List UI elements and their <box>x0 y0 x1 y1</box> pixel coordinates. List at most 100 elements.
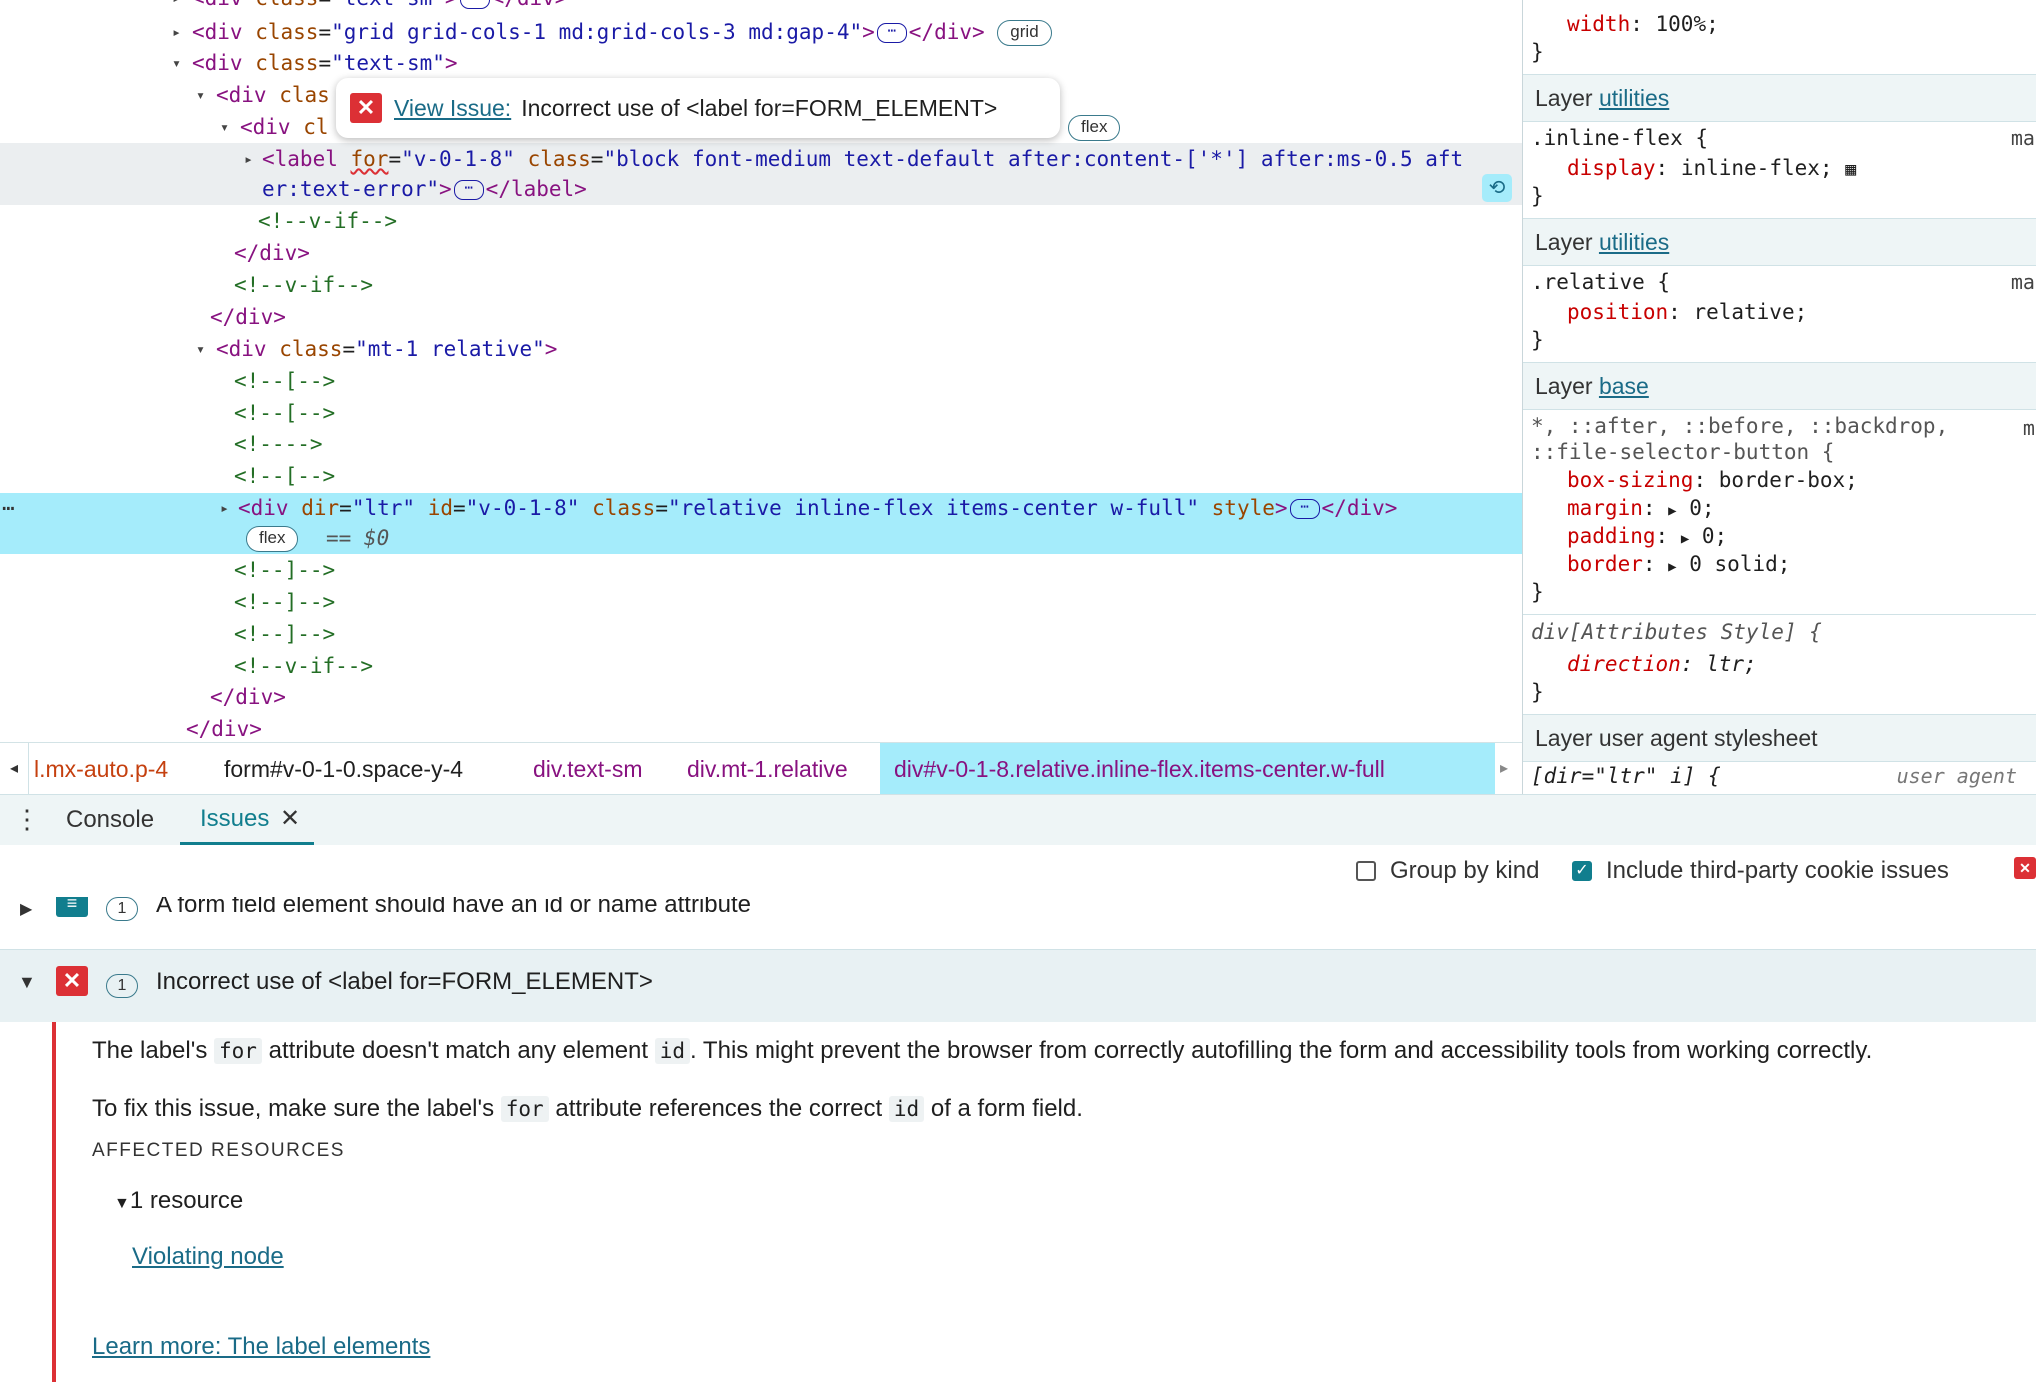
expand-triangle-icon[interactable]: ▶ <box>1681 531 1689 547</box>
expand-triangle-icon[interactable]: ▶ <box>1668 503 1676 519</box>
dom-close-tag[interactable]: </div> <box>0 237 1522 269</box>
attr-name: id <box>427 496 453 520</box>
third-party-checkbox[interactable]: ✓ <box>1572 861 1592 881</box>
collapse-triangle-icon[interactable]: ▾ <box>172 47 186 79</box>
issue-row[interactable]: ▶ ≡ 1 A form field element should have a… <box>0 897 2036 950</box>
expand-triangle-icon[interactable]: ▸ <box>172 0 186 14</box>
style-declaration[interactable]: margin: ▶ 0; <box>1567 494 1715 522</box>
ellipsis-icon[interactable]: ⋯ <box>1289 499 1320 519</box>
ai-assist-icon[interactable]: ⟲ <box>1482 174 1512 202</box>
dom-close-tag[interactable]: </div> <box>0 301 1522 333</box>
dom-comment[interactable]: <!----> <box>0 428 1522 460</box>
comment-text: <!--]--> <box>234 622 336 646</box>
flexbox-editor-icon[interactable]: ▦ <box>1845 159 1856 180</box>
layer-header: Layer user agent stylesheet <box>1523 714 2036 762</box>
collapse-triangle-icon[interactable]: ▾ <box>196 79 210 111</box>
dom-node-selected[interactable]: ⋯ ▸ <div dir="ltr" id="v-0-1-8" class="r… <box>0 492 1522 524</box>
dom-close-tag[interactable]: </div> <box>0 713 1522 742</box>
layer-link[interactable]: utilities <box>1599 85 1669 111</box>
style-declaration[interactable]: padding: ▶ 0; <box>1567 522 1727 550</box>
collapse-triangle-icon[interactable]: ▼ <box>18 972 36 993</box>
dom-node-partial[interactable]: ▸ <div class="text-sm">⋯</div> <box>0 0 1522 14</box>
style-declaration[interactable]: border: ▶ 0 solid; <box>1567 550 1790 578</box>
attr-value: "mt-1 relative" <box>355 337 545 361</box>
collapse-triangle-icon[interactable]: ▾ <box>196 333 210 365</box>
layer-link[interactable]: base <box>1599 373 1649 399</box>
css-selector[interactable]: *, ::after, ::before, ::backdrop, <box>1531 412 1948 440</box>
dom-comment[interactable]: <!--[--> <box>0 460 1522 492</box>
style-declaration[interactable]: direction: ltr; <box>1567 650 1757 678</box>
collapse-triangle-icon[interactable]: ▼ <box>114 1195 130 1212</box>
violating-node-link[interactable]: Violating node <box>132 1243 284 1271</box>
breadcrumb-item[interactable]: div.text-sm <box>533 743 642 795</box>
expand-triangle-icon[interactable]: ▸ <box>172 16 186 48</box>
dom-node-label[interactable]: ▸ <label for="v-0-1-8" class="block font… <box>0 143 1522 175</box>
expand-triangle-icon[interactable]: ▶ <box>20 899 32 919</box>
group-by-kind-label: Group by kind <box>1390 857 1540 884</box>
dom-node-grid[interactable]: ▸ <div class="grid grid-cols-1 md:grid-c… <box>0 16 1522 48</box>
dom-node-label-wrap[interactable]: er:text-error"> ⋯ </label> <box>0 173 1522 205</box>
kebab-menu-icon[interactable]: ⋮ <box>14 805 40 833</box>
tag-close: > <box>1274 496 1288 520</box>
layer-header: Layer utilities <box>1523 74 2036 122</box>
dom-comment[interactable]: <!--v-if--> <box>0 269 1522 301</box>
dom-comment[interactable]: <!--v-if--> <box>0 205 1522 237</box>
learn-more-link[interactable]: Learn more: The label elements <box>92 1333 430 1361</box>
dom-node-mt-1[interactable]: ▾ <div class="mt-1 relative"> <box>0 333 1522 365</box>
style-declaration[interactable]: position: relative; <box>1567 298 1807 326</box>
css-selector[interactable]: .relative { <box>1531 268 1670 296</box>
tooltip-text: Incorrect use of <label for=FORM_ELEMENT… <box>521 94 998 121</box>
issue-row-expanded[interactable]: ▼ ✕ 1 Incorrect use of <label for=FORM_E… <box>0 950 2036 1022</box>
style-declaration[interactable]: box-sizing: border-box; <box>1567 466 1858 494</box>
dom-node-selected-wrap[interactable]: flex == $0 <box>0 522 1522 554</box>
scroll-left-icon[interactable]: ◂ <box>0 743 29 795</box>
style-declaration[interactable]: display: inline-flex; ▦ <box>1567 154 1856 182</box>
more-icon[interactable]: ⋯ <box>2 492 15 524</box>
css-selector[interactable]: div[Attributes Style] { <box>1531 618 1822 646</box>
css-value: 100%; <box>1655 12 1719 36</box>
breadcrumb-item[interactable]: l.mx-auto.p-4 <box>34 743 168 795</box>
breadcrumb-item[interactable]: form#v-0-1-0.space-y-4 <box>224 743 463 795</box>
tab-issues[interactable]: Issues ✕ <box>180 795 314 845</box>
dom-comment[interactable]: <!--[--> <box>0 397 1522 429</box>
issue-count-badge: 1 <box>106 897 138 921</box>
tag-end: </div> <box>234 241 310 265</box>
layer-link[interactable]: utilities <box>1599 229 1669 255</box>
collapse-triangle-icon[interactable]: ▾ <box>220 111 234 143</box>
breadcrumb-item[interactable]: div.mt-1.relative <box>687 743 848 795</box>
style-source-link[interactable]: ma <box>2023 416 2036 440</box>
dom-close-tag[interactable]: </div> <box>0 681 1522 713</box>
group-by-kind-checkbox[interactable] <box>1356 861 1376 881</box>
style-source-link[interactable]: mai <box>2011 126 2036 150</box>
css-selector[interactable]: [dir="ltr" i] { <box>1531 762 1721 790</box>
dom-comment[interactable]: <!--]--> <box>0 618 1522 650</box>
expand-triangle-icon[interactable]: ▶ <box>1668 559 1676 575</box>
drawer-tabbar: ⋮ Console Issues ✕ <box>0 794 2036 846</box>
attr-name: class <box>527 147 591 171</box>
dom-comment[interactable]: <!--v-if--> <box>0 650 1522 682</box>
ellipsis-icon[interactable]: ⋯ <box>876 23 907 43</box>
style-source-link[interactable]: mai <box>2011 270 2036 294</box>
expand-triangle-icon[interactable]: ▸ <box>220 492 234 524</box>
dom-comment[interactable]: <!--[--> <box>0 365 1522 397</box>
close-icon[interactable]: ✕ <box>280 795 300 843</box>
dom-node-text-sm[interactable]: ▾ <div class="text-sm"> <box>0 47 1522 79</box>
view-issue-link[interactable]: View Issue: <box>394 95 511 122</box>
dom-comment[interactable]: <!--]--> <box>0 586 1522 618</box>
dom-comment[interactable]: <!--]--> <box>0 554 1522 586</box>
attr-name: class <box>255 51 319 75</box>
css-selector-cont[interactable]: ::file-selector-button { <box>1531 438 1834 466</box>
close-brace: } <box>1531 40 1544 64</box>
resources-toggle[interactable]: ▼1 resource <box>114 1187 243 1215</box>
expand-triangle-icon[interactable]: ▸ <box>244 143 258 175</box>
flex-badge[interactable]: flex <box>1068 115 1121 141</box>
attr-value: "relative inline-flex items-center w-ful… <box>667 496 1199 520</box>
tab-console[interactable]: Console <box>66 795 154 845</box>
css-selector[interactable]: .inline-flex { <box>1531 124 1708 152</box>
style-declaration[interactable]: width: 100%; <box>1567 10 1719 38</box>
ellipsis-icon[interactable]: ⋯ <box>453 180 484 200</box>
flex-badge[interactable]: flex <box>246 526 299 552</box>
breadcrumb-item-selected[interactable]: div#v-0-1-8.relative.inline-flex.items-c… <box>880 743 1495 795</box>
scroll-right-icon[interactable]: ▸ <box>1486 743 1522 795</box>
grid-badge[interactable]: grid <box>997 20 1052 46</box>
